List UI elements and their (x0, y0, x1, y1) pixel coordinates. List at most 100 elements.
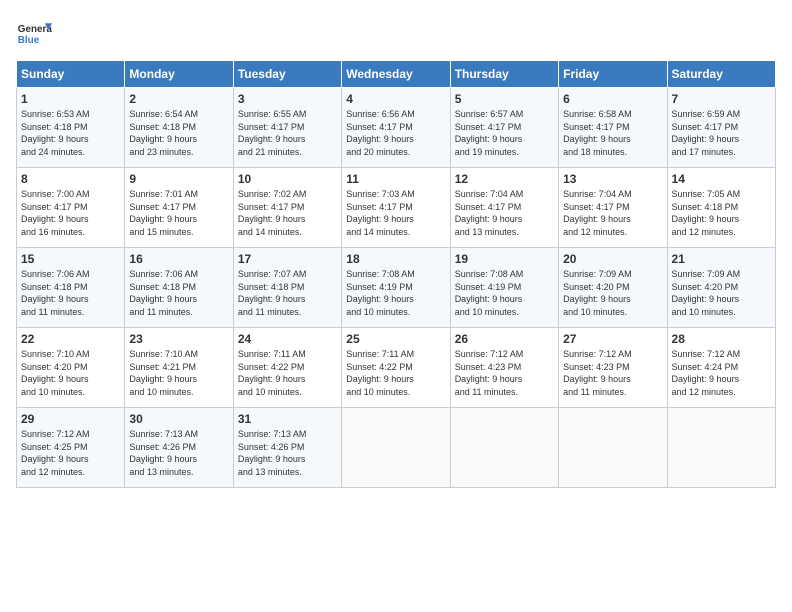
calendar-cell (342, 408, 450, 488)
calendar-cell: 29Sunrise: 7:12 AMSunset: 4:25 PMDayligh… (17, 408, 125, 488)
col-header-sunday: Sunday (17, 61, 125, 88)
day-number: 18 (346, 252, 445, 266)
calendar-cell: 1 Sunrise: 6:53 AMSunset: 4:18 PMDaylight… (17, 88, 125, 168)
day-number: 30 (129, 412, 228, 426)
day-number: 4 (346, 92, 445, 106)
day-number: 9 (129, 172, 228, 186)
day-number: 10 (238, 172, 337, 186)
col-header-saturday: Saturday (667, 61, 775, 88)
calendar-cell: 5 Sunrise: 6:57 AMSunset: 4:17 PMDaylight… (450, 88, 558, 168)
day-number: 7 (672, 92, 771, 106)
week-row-4: 22 Sunrise: 7:10 AMSunset: 4:20 PMDayligh… (17, 328, 776, 408)
calendar-cell: 24 Sunrise: 7:11 AMSunset: 4:22 PMDayligh… (233, 328, 341, 408)
cell-info: Sunrise: 7:12 AMSunset: 4:23 PMDaylight:… (563, 348, 662, 398)
day-number: 22 (21, 332, 120, 346)
cell-info: Sunrise: 7:12 AMSunset: 4:23 PMDaylight:… (455, 348, 554, 398)
cell-info: Sunrise: 7:10 AMSunset: 4:21 PMDaylight:… (129, 348, 228, 398)
day-number: 27 (563, 332, 662, 346)
cell-info: Sunrise: 7:10 AMSunset: 4:20 PMDaylight:… (21, 348, 120, 398)
calendar-cell: 21 Sunrise: 7:09 AMSunset: 4:20 PMDayligh… (667, 248, 775, 328)
calendar-cell: 16 Sunrise: 7:06 AMSunset: 4:18 PMDayligh… (125, 248, 233, 328)
svg-text:Blue: Blue (18, 35, 40, 46)
day-number: 12 (455, 172, 554, 186)
cell-info: Sunrise: 6:58 AMSunset: 4:17 PMDaylight:… (563, 108, 662, 158)
day-number: 11 (346, 172, 445, 186)
cell-info: Sunrise: 7:02 AMSunset: 4:17 PMDaylight:… (238, 188, 337, 238)
day-number: 26 (455, 332, 554, 346)
calendar-cell: 18 Sunrise: 7:08 AMSunset: 4:19 PMDayligh… (342, 248, 450, 328)
cell-info: Sunrise: 7:11 AMSunset: 4:22 PMDaylight:… (238, 348, 337, 398)
cell-info: Sunrise: 7:11 AMSunset: 4:22 PMDaylight:… (346, 348, 445, 398)
calendar-cell: 4 Sunrise: 6:56 AMSunset: 4:17 PMDaylight… (342, 88, 450, 168)
calendar-cell (450, 408, 558, 488)
cell-info: Sunrise: 7:09 AMSunset: 4:20 PMDaylight:… (563, 268, 662, 318)
day-number: 3 (238, 92, 337, 106)
cell-info: Sunrise: 7:12 AMSunset: 4:24 PMDaylight:… (672, 348, 771, 398)
day-number: 31 (238, 412, 337, 426)
calendar-cell: 9Sunrise: 7:01 AMSunset: 4:17 PMDaylight… (125, 168, 233, 248)
day-number: 8 (21, 172, 120, 186)
week-row-3: 15 Sunrise: 7:06 AMSunset: 4:18 PMDayligh… (17, 248, 776, 328)
cell-info: Sunrise: 6:57 AMSunset: 4:17 PMDaylight:… (455, 108, 554, 158)
day-number: 21 (672, 252, 771, 266)
day-number: 29 (21, 412, 120, 426)
calendar-cell: 14 Sunrise: 7:05 AMSunset: 4:18 PMDayligh… (667, 168, 775, 248)
calendar-cell: 31 Sunrise: 7:13 AMSunset: 4:26 PMDayligh… (233, 408, 341, 488)
day-number: 6 (563, 92, 662, 106)
calendar-cell: 27 Sunrise: 7:12 AMSunset: 4:23 PMDayligh… (559, 328, 667, 408)
calendar-cell (667, 408, 775, 488)
cell-info: Sunrise: 7:03 AMSunset: 4:17 PMDaylight:… (346, 188, 445, 238)
cell-info: Sunrise: 7:04 AMSunset: 4:17 PMDaylight:… (455, 188, 554, 238)
day-number: 25 (346, 332, 445, 346)
calendar-table: SundayMondayTuesdayWednesdayThursdayFrid… (16, 60, 776, 488)
calendar-cell: 23 Sunrise: 7:10 AMSunset: 4:21 PMDayligh… (125, 328, 233, 408)
cell-info: Sunrise: 7:04 AMSunset: 4:17 PMDaylight:… (563, 188, 662, 238)
day-number: 14 (672, 172, 771, 186)
cell-info: Sunrise: 6:55 AMSunset: 4:17 PMDaylight:… (238, 108, 337, 158)
calendar-cell: 17Sunrise: 7:07 AMSunset: 4:18 PMDayligh… (233, 248, 341, 328)
cell-info: Sunrise: 7:08 AMSunset: 4:19 PMDaylight:… (346, 268, 445, 318)
col-header-tuesday: Tuesday (233, 61, 341, 88)
day-number: 23 (129, 332, 228, 346)
calendar-cell: 3 Sunrise: 6:55 AMSunset: 4:17 PMDaylight… (233, 88, 341, 168)
calendar-cell: 10 Sunrise: 7:02 AMSunset: 4:17 PMDayligh… (233, 168, 341, 248)
cell-info: Sunrise: 6:53 AMSunset: 4:18 PMDaylight:… (21, 108, 120, 158)
calendar-cell: 6 Sunrise: 6:58 AMSunset: 4:17 PMDaylight… (559, 88, 667, 168)
day-number: 15 (21, 252, 120, 266)
day-number: 5 (455, 92, 554, 106)
page-header: General Blue (16, 16, 776, 52)
calendar-cell: 2 Sunrise: 6:54 AMSunset: 4:18 PMDaylight… (125, 88, 233, 168)
header-row: SundayMondayTuesdayWednesdayThursdayFrid… (17, 61, 776, 88)
cell-info: Sunrise: 6:59 AMSunset: 4:17 PMDaylight:… (672, 108, 771, 158)
logo: General Blue (16, 16, 52, 52)
cell-info: Sunrise: 7:13 AMSunset: 4:26 PMDaylight:… (129, 428, 228, 478)
cell-info: Sunrise: 6:56 AMSunset: 4:17 PMDaylight:… (346, 108, 445, 158)
cell-info: Sunrise: 7:09 AMSunset: 4:20 PMDaylight:… (672, 268, 771, 318)
calendar-cell: 19Sunrise: 7:08 AMSunset: 4:19 PMDayligh… (450, 248, 558, 328)
calendar-cell: 12 Sunrise: 7:04 AMSunset: 4:17 PMDayligh… (450, 168, 558, 248)
day-number: 24 (238, 332, 337, 346)
day-number: 1 (21, 92, 120, 106)
cell-info: Sunrise: 6:54 AMSunset: 4:18 PMDaylight:… (129, 108, 228, 158)
calendar-cell: 26 Sunrise: 7:12 AMSunset: 4:23 PMDayligh… (450, 328, 558, 408)
calendar-cell: 30 Sunrise: 7:13 AMSunset: 4:26 PMDayligh… (125, 408, 233, 488)
cell-info: Sunrise: 7:06 AMSunset: 4:18 PMDaylight:… (21, 268, 120, 318)
week-row-1: 1 Sunrise: 6:53 AMSunset: 4:18 PMDaylight… (17, 88, 776, 168)
week-row-2: 8Sunrise: 7:00 AMSunset: 4:17 PMDaylight… (17, 168, 776, 248)
col-header-thursday: Thursday (450, 61, 558, 88)
calendar-cell: 25 Sunrise: 7:11 AMSunset: 4:22 PMDayligh… (342, 328, 450, 408)
calendar-cell: 8Sunrise: 7:00 AMSunset: 4:17 PMDaylight… (17, 168, 125, 248)
cell-info: Sunrise: 7:06 AMSunset: 4:18 PMDaylight:… (129, 268, 228, 318)
day-number: 17 (238, 252, 337, 266)
calendar-cell: 7 Sunrise: 6:59 AMSunset: 4:17 PMDaylight… (667, 88, 775, 168)
calendar-cell: 11 Sunrise: 7:03 AMSunset: 4:17 PMDayligh… (342, 168, 450, 248)
calendar-cell: 15 Sunrise: 7:06 AMSunset: 4:18 PMDayligh… (17, 248, 125, 328)
cell-info: Sunrise: 7:05 AMSunset: 4:18 PMDaylight:… (672, 188, 771, 238)
day-number: 16 (129, 252, 228, 266)
calendar-cell: 28Sunrise: 7:12 AMSunset: 4:24 PMDayligh… (667, 328, 775, 408)
day-number: 2 (129, 92, 228, 106)
cell-info: Sunrise: 7:13 AMSunset: 4:26 PMDaylight:… (238, 428, 337, 478)
day-number: 20 (563, 252, 662, 266)
week-row-5: 29Sunrise: 7:12 AMSunset: 4:25 PMDayligh… (17, 408, 776, 488)
col-header-friday: Friday (559, 61, 667, 88)
